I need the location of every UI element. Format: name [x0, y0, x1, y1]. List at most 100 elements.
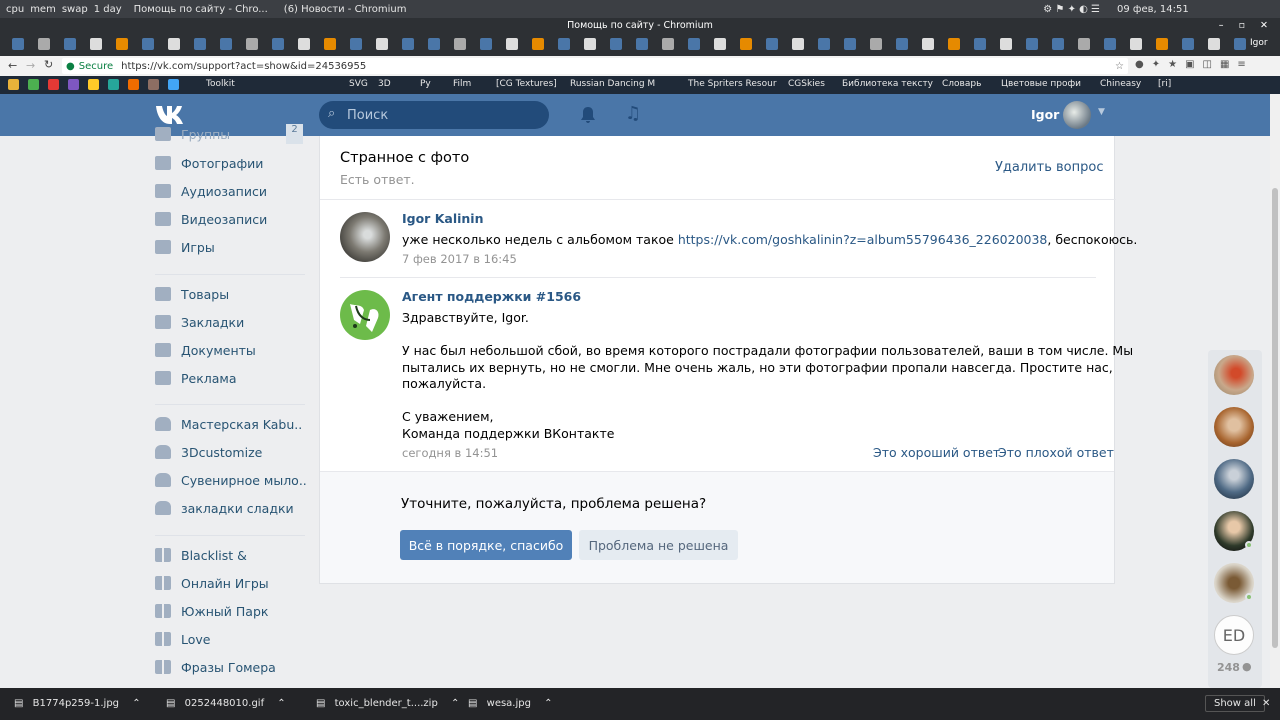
- sidebar-item[interactable]: Аудиозаписи: [150, 180, 310, 202]
- album-link[interactable]: https://vk.com/goshkalinin?z=album557964…: [678, 232, 1048, 247]
- message-author[interactable]: Igor Kalinin: [402, 211, 483, 226]
- star-icon[interactable]: ☆: [1115, 61, 1124, 72]
- browser-tab[interactable]: [220, 38, 232, 50]
- chevron-up-icon[interactable]: ⌃: [448, 698, 459, 709]
- bookmark-item[interactable]: Цветовые профи: [1001, 79, 1081, 89]
- bookmark-item[interactable]: Toolkit: [206, 79, 235, 89]
- browser-tab[interactable]: [818, 38, 830, 50]
- bookmark-favicon-icon[interactable]: [68, 79, 79, 90]
- browser-tab[interactable]: [480, 38, 492, 50]
- header-avatar[interactable]: [1063, 101, 1091, 129]
- delete-question-link[interactable]: Удалить вопрос: [995, 160, 1103, 175]
- sidebar-item[interactable]: Закладки: [150, 311, 310, 333]
- browser-tab[interactable]: [1234, 38, 1246, 50]
- browser-tab[interactable]: [844, 38, 856, 50]
- bell-icon[interactable]: [579, 106, 597, 124]
- bookmark-favicon-icon[interactable]: [28, 79, 39, 90]
- sidebar-item[interactable]: 3Dcustomize: [150, 441, 310, 463]
- close-icon[interactable]: ✕: [1262, 698, 1270, 709]
- scrollbar-thumb[interactable]: [1272, 188, 1278, 648]
- extensions[interactable]: ●✦★▣◫▦≡: [1135, 59, 1254, 70]
- good-answer-link[interactable]: Это хороший ответ: [873, 445, 1000, 460]
- browser-tab[interactable]: [1156, 38, 1168, 50]
- bookmark-item[interactable]: [CG Textures]: [496, 79, 557, 89]
- bookmark-item[interactable]: Chineasy: [1100, 79, 1141, 89]
- bookmark-item[interactable]: Film: [453, 79, 471, 89]
- browser-tab[interactable]: [584, 38, 596, 50]
- download-item[interactable]: ▤ wesa.jpg ⌃: [468, 698, 553, 709]
- bookmark-item[interactable]: SVG: [349, 79, 368, 89]
- browser-tab[interactable]: [38, 38, 50, 50]
- sidebar-item[interactable]: Игры: [150, 236, 310, 258]
- message-author[interactable]: Агент поддержки #1566: [402, 289, 581, 304]
- sidebar-item[interactable]: Товары: [150, 283, 310, 305]
- download-item[interactable]: ▤ B1774p259-1.jpg ⌃: [14, 698, 141, 709]
- download-item[interactable]: ▤ toxic_blender_t....zip ⌃: [316, 698, 459, 709]
- browser-tab[interactable]: [1182, 38, 1194, 50]
- bookmark-item[interactable]: The Spriters Resour: [688, 79, 777, 89]
- bookmark-item[interactable]: [ri]: [1158, 79, 1171, 89]
- tab-strip[interactable]: [0, 34, 1280, 56]
- not-resolved-button[interactable]: Проблема не решена: [579, 530, 738, 560]
- browser-tab[interactable]: [740, 38, 752, 50]
- browser-tab[interactable]: [636, 38, 648, 50]
- sidebar-item[interactable]: Южный Парк: [150, 600, 310, 622]
- browser-tab[interactable]: [194, 38, 206, 50]
- chevron-up-icon[interactable]: ⌃: [129, 698, 140, 709]
- browser-tab[interactable]: [1104, 38, 1116, 50]
- browser-tab[interactable]: [688, 38, 700, 50]
- browser-tab[interactable]: [1078, 38, 1090, 50]
- taskbar-tab-news[interactable]: (6) Новости - Chromium: [284, 4, 407, 15]
- browser-tab[interactable]: [272, 38, 284, 50]
- bookmark-item[interactable]: Py: [420, 79, 431, 89]
- browser-tab[interactable]: [610, 38, 622, 50]
- download-item[interactable]: ▤ 0252448010.gif ⌃: [166, 698, 286, 709]
- browser-tab[interactable]: [948, 38, 960, 50]
- bookmark-favicon-icon[interactable]: [88, 79, 99, 90]
- browser-tab[interactable]: [428, 38, 440, 50]
- sidebar-item[interactable]: Сувенирное мыло..: [150, 469, 310, 491]
- browser-tab[interactable]: [896, 38, 908, 50]
- sidebar-item[interactable]: Love: [150, 628, 310, 650]
- browser-tab[interactable]: [64, 38, 76, 50]
- page-scrollbar[interactable]: [1270, 94, 1280, 688]
- bookmark-favicon-icon[interactable]: [168, 79, 179, 90]
- browser-tab[interactable]: [246, 38, 258, 50]
- sidebar-item[interactable]: Видеозаписи: [150, 208, 310, 230]
- browser-tab[interactable]: [454, 38, 466, 50]
- vk-logo[interactable]: [154, 103, 188, 125]
- browser-tab[interactable]: [168, 38, 180, 50]
- show-all-button[interactable]: Show all: [1205, 695, 1265, 712]
- browser-tab[interactable]: [116, 38, 128, 50]
- browser-tab[interactable]: [974, 38, 986, 50]
- user-avatar[interactable]: [340, 212, 390, 262]
- resolved-button[interactable]: Всё в порядке, спасибо: [400, 530, 572, 560]
- browser-tab[interactable]: [350, 38, 362, 50]
- browser-tab[interactable]: [1052, 38, 1064, 50]
- friend-avatar[interactable]: ED: [1214, 615, 1254, 655]
- bookmark-favicon-icon[interactable]: [8, 79, 19, 90]
- friend-avatar[interactable]: [1214, 407, 1254, 447]
- browser-tab[interactable]: [532, 38, 544, 50]
- chevron-down-icon[interactable]: ▼: [1098, 107, 1105, 117]
- sidebar-item-groups[interactable]: Группы 2: [150, 124, 310, 144]
- browser-tab[interactable]: [714, 38, 726, 50]
- browser-tab[interactable]: [324, 38, 336, 50]
- browser-tab[interactable]: [12, 38, 24, 50]
- browser-tab[interactable]: [1026, 38, 1038, 50]
- sidebar-item[interactable]: закладки сладки: [150, 497, 310, 519]
- browser-tab[interactable]: [792, 38, 804, 50]
- browser-tab[interactable]: [298, 38, 310, 50]
- browser-tab[interactable]: [558, 38, 570, 50]
- bad-answer-link[interactable]: Это плохой ответ: [998, 445, 1114, 460]
- browser-tab[interactable]: [870, 38, 882, 50]
- sidebar-item[interactable]: Фразы Гомера: [150, 656, 310, 678]
- friends-count[interactable]: 248: [1217, 661, 1240, 674]
- forward-icon[interactable]: →: [26, 59, 35, 72]
- reload-icon[interactable]: ↻: [44, 58, 53, 71]
- sidebar-item[interactable]: Документы: [150, 339, 310, 361]
- browser-tab[interactable]: [506, 38, 518, 50]
- sidebar-item[interactable]: Blacklist &: [150, 544, 310, 566]
- back-icon[interactable]: ←: [8, 59, 17, 72]
- taskbar-tab-support[interactable]: Помощь по сайту - Chro...: [134, 4, 268, 15]
